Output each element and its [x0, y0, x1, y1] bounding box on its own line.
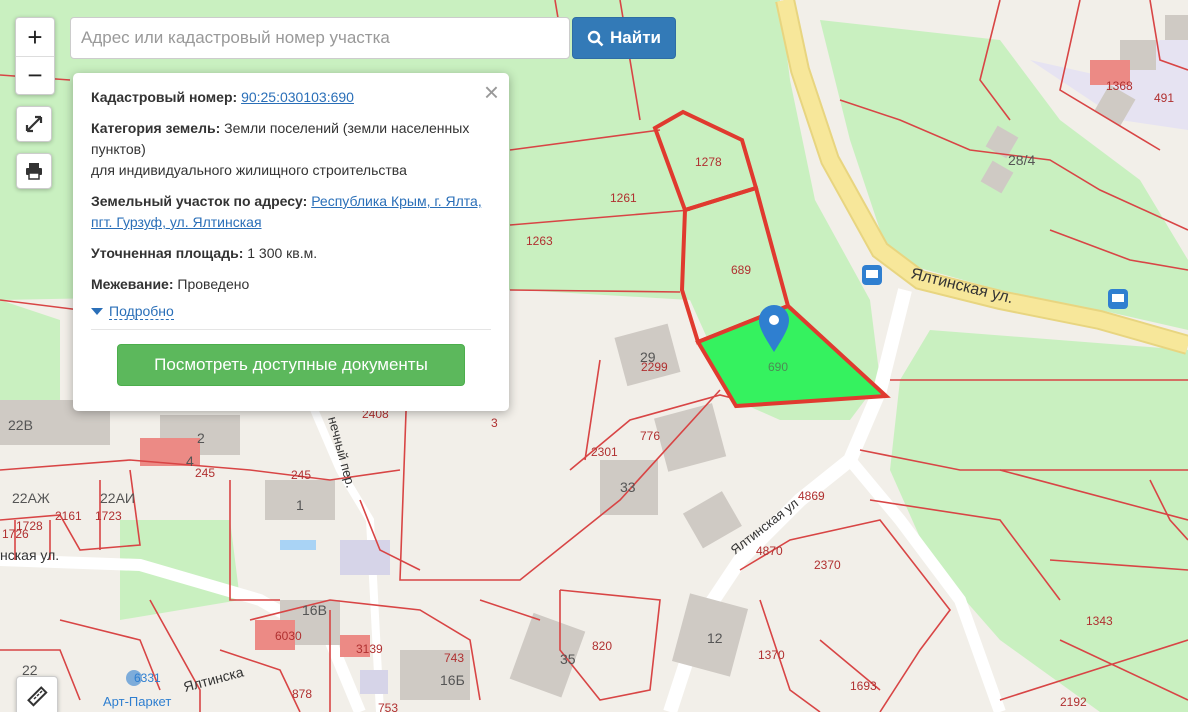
ruler-icon: [27, 686, 48, 707]
parcel-label: 743: [444, 651, 464, 665]
parcel-label: 1263: [526, 234, 553, 248]
popup-divider: [91, 329, 491, 330]
parcel-label: 3139: [356, 642, 383, 656]
parcel-label: 753: [378, 701, 398, 712]
parcel-label: 1693: [850, 679, 877, 693]
parcel-label: 1726: [2, 527, 29, 541]
close-icon[interactable]: ×: [484, 77, 499, 107]
house-label: 16Б: [440, 672, 465, 688]
parcel-label: 4870: [756, 544, 783, 558]
house-label: 22АИ: [100, 490, 135, 506]
street-label-left: нская ул.: [0, 547, 59, 563]
parcel-label: 689: [731, 263, 751, 277]
search-icon: [587, 30, 604, 46]
parcel-label: 2192: [1060, 695, 1087, 709]
house-label: 28/4: [1008, 152, 1035, 168]
area-row: Уточненная площадь: 1 300 кв.м.: [91, 243, 491, 264]
zoom-in-button[interactable]: +: [16, 18, 54, 56]
details-toggle[interactable]: Подробно: [91, 303, 491, 320]
parcel-label: 1278: [695, 155, 722, 169]
survey-label: Межевание:: [91, 276, 174, 292]
house-label: 33: [620, 479, 636, 495]
parcel-label: 245: [195, 466, 215, 480]
parcel-label: 1343: [1086, 614, 1113, 628]
house-label: 12: [707, 630, 723, 646]
parcel-info-popup: × Кадастровый номер: 90:25:030103:690 Ка…: [73, 73, 509, 411]
house-label: 22В: [8, 417, 33, 433]
bus-stop-icon[interactable]: [862, 265, 882, 285]
parcel-label: 4869: [798, 489, 825, 503]
area-label: Уточненная площадь:: [91, 245, 244, 261]
search-input[interactable]: [70, 17, 570, 59]
parcel-label: 491: [1154, 91, 1174, 105]
search-button-label: Найти: [610, 28, 661, 47]
printer-icon: [26, 163, 42, 180]
cadastral-number-row: Кадастровый номер: 90:25:030103:690: [91, 87, 491, 108]
measure-button[interactable]: [16, 676, 58, 712]
house-label: 16В: [302, 602, 327, 618]
print-button[interactable]: [16, 153, 52, 189]
house-label: 1: [296, 497, 304, 513]
house-label: 2: [197, 430, 205, 446]
land-use-value: для индивидуального жилищного строительс…: [91, 162, 407, 178]
expand-icon: [25, 115, 43, 133]
fullscreen-button[interactable]: [16, 106, 52, 142]
survey-value: Проведено: [177, 276, 250, 292]
parcel-label: 1370: [758, 648, 785, 662]
parcel-label: 1368: [1106, 79, 1133, 93]
search-button[interactable]: Найти: [572, 17, 676, 59]
bus-stop-icon[interactable]: [1108, 289, 1128, 309]
house-label: 35: [560, 651, 576, 667]
parcel-label: 2301: [591, 445, 618, 459]
house-label: 22АЖ: [12, 490, 50, 506]
survey-row: Межевание: Проведено: [91, 274, 491, 295]
poi-icon[interactable]: [126, 670, 142, 686]
cadastral-number-link[interactable]: 90:25:030103:690: [241, 89, 354, 105]
area-value: 1 300 кв.м.: [247, 245, 318, 261]
house-label: 29: [640, 349, 656, 365]
parcel-label: 1261: [610, 191, 637, 205]
house-label: 4: [186, 453, 194, 469]
parcel-label: 6030: [275, 629, 302, 643]
parcel-label: 776: [640, 429, 660, 443]
address-label: Земельный участок по адресу:: [91, 193, 308, 209]
zoom-out-button[interactable]: −: [16, 56, 54, 94]
parcel-label: 878: [292, 687, 312, 701]
parcel-label: 690: [768, 360, 788, 374]
parcel-label: 245: [291, 468, 311, 482]
parcel-label: 2161: [55, 509, 82, 523]
zoom-controls: + −: [15, 17, 55, 95]
poi-label: Арт-Паркет: [103, 694, 171, 709]
parcel-label: 2370: [814, 558, 841, 572]
view-documents-button[interactable]: Посмотреть доступные документы: [117, 344, 465, 386]
parcel-label: 820: [592, 639, 612, 653]
land-category-label: Категория земель:: [91, 120, 221, 136]
land-category-row: Категория земель: Земли поселений (земли…: [91, 118, 491, 181]
caret-down-icon: [91, 307, 103, 315]
details-link[interactable]: Подробно: [109, 303, 174, 320]
address-row: Земельный участок по адресу: Республика …: [91, 191, 491, 233]
cadastral-number-label: Кадастровый номер:: [91, 89, 238, 105]
parcel-label: 1723: [95, 509, 122, 523]
parcel-label: 3: [491, 416, 498, 430]
